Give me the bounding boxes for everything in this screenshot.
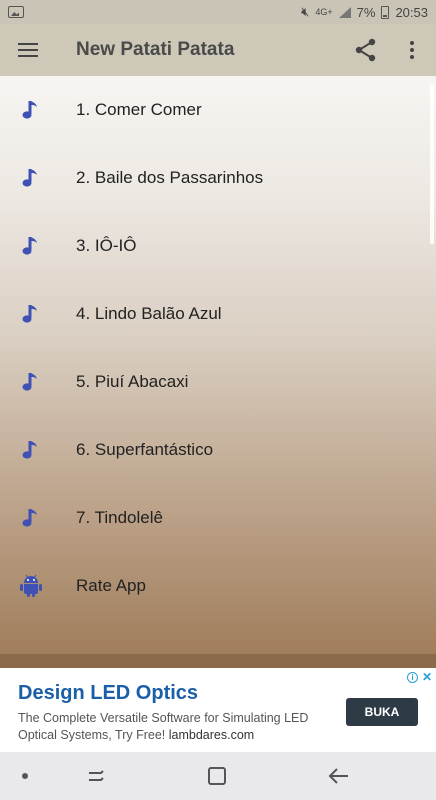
song-item[interactable]: 2. Baile dos Passarinhos [0,144,436,212]
more-options-icon[interactable] [398,36,426,64]
song-item[interactable]: 1. Comer Comer [0,76,436,144]
android-icon [0,574,62,598]
song-item[interactable]: 5. Piuí Abacaxi [0,348,436,416]
ad-choices[interactable]: i ✕ [406,670,432,684]
song-label: 2. Baile dos Passarinhos [76,168,264,187]
song-label: 7. Tindolelê [76,508,163,527]
ad-info-icon[interactable]: i [406,671,418,683]
back-icon[interactable] [328,765,350,787]
music-note-icon [0,167,62,189]
music-note-icon [0,371,62,393]
clock: 20:53 [395,4,428,20]
ad-banner[interactable]: Design LED Optics The Complete Versatile… [0,668,436,752]
menu-icon[interactable] [0,24,56,76]
ad-close-icon[interactable]: ✕ [422,670,432,684]
music-note-icon [0,507,62,529]
music-note-icon [0,235,62,257]
battery-percent: 7% [356,4,376,20]
home-icon[interactable] [208,767,226,785]
signal-icon [338,6,351,18]
share-icon[interactable] [352,36,380,64]
recent-apps-icon[interactable] [86,766,106,786]
song-item[interactable]: 4. Lindo Balão Azul [0,280,436,348]
gallery-notification-icon [8,6,24,18]
nav-dot-icon[interactable] [22,773,28,779]
mute-icon: 🔇︎ [301,4,310,19]
rate-app-item[interactable]: Rate App [0,552,436,620]
music-note-icon [0,99,62,121]
song-label: 3. IÔ-IÔ [76,236,137,255]
song-item[interactable]: 3. IÔ-IÔ [0,212,436,280]
ad-text: The Complete Versatile Software for Simu… [18,710,318,744]
status-bar: 🔇︎ 4G+ 7% 20:53 [0,0,436,24]
song-label: 4. Lindo Balão Azul [76,304,222,323]
battery-icon [381,5,390,19]
status-indicators: 🔇︎ 4G+ 7% 20:53 [301,4,428,20]
song-label: 5. Piuí Abacaxi [76,372,189,391]
ad-description: The Complete Versatile Software for Simu… [18,711,309,742]
app-title: New Patati Patata [76,39,235,60]
song-label: 1. Comer Comer [76,100,202,119]
ad-open-button[interactable]: BUKA [346,698,418,726]
ad-domain: lambdares.com [168,728,255,742]
ad-title[interactable]: Design LED Optics [18,682,198,705]
system-nav-bar [0,752,436,800]
song-label: 6. Superfantástico [76,440,214,459]
music-note-icon [0,439,62,461]
network-type: 4G+ [315,7,333,17]
app-bar: New Patati Patata [0,24,436,76]
music-note-icon [0,303,62,325]
list-bottom-strip [0,654,436,668]
song-item[interactable]: 7. Tindolelê [0,484,436,552]
rate-app-label: Rate App [76,576,146,595]
song-item[interactable]: 6. Superfantástico [0,416,436,484]
